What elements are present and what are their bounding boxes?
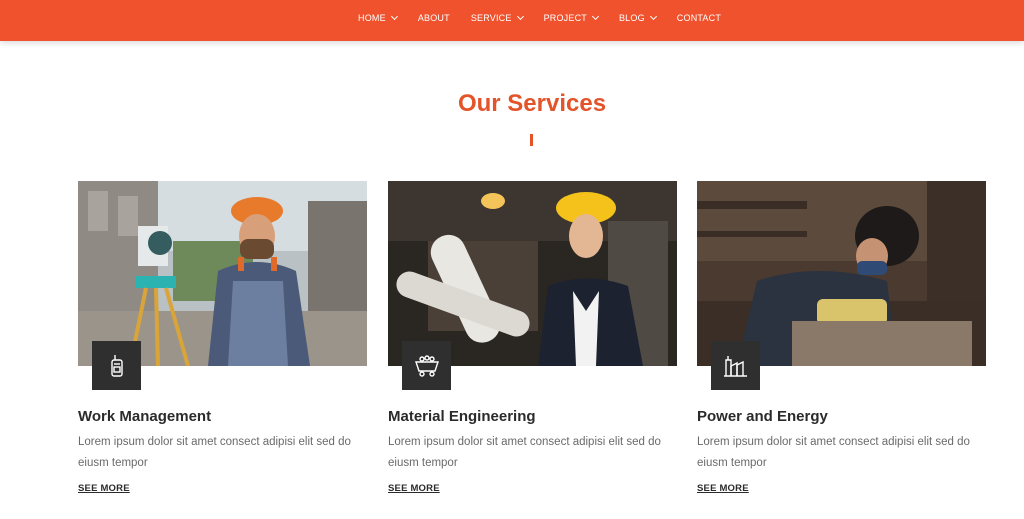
nav-item-label: PROJECT xyxy=(543,13,587,23)
nav-item-about[interactable]: ABOUT xyxy=(418,13,450,23)
service-card: Power and Energy Lorem ipsum dolor sit a… xyxy=(697,181,986,494)
section-title: Our Services xyxy=(457,90,607,117)
see-more-link[interactable]: SEE MORE xyxy=(697,483,749,494)
nav-item-project[interactable]: PROJECT xyxy=(543,12,600,23)
factory-icon xyxy=(711,341,760,390)
see-more-link[interactable]: SEE MORE xyxy=(388,483,440,494)
nav-item-label: CONTACT xyxy=(676,13,722,23)
nav-item-label: HOME xyxy=(358,13,386,23)
card-title: Power and Energy xyxy=(697,408,828,425)
mine-cart-icon xyxy=(402,341,451,390)
service-card: Material Engineering Lorem ipsum dolor s… xyxy=(388,181,677,494)
service-card: Work Management Lorem ipsum dolor sit am… xyxy=(78,181,367,494)
nav-item-label: BLOG xyxy=(618,13,645,23)
card-description: Lorem ipsum dolor sit amet consect adipi… xyxy=(78,436,351,469)
nav-item-contact[interactable]: CONTACT xyxy=(677,13,721,23)
service-image-engineer[interactable] xyxy=(388,181,677,366)
card-description: Lorem ipsum dolor sit amet consect adipi… xyxy=(388,436,661,469)
chevron-down-icon xyxy=(516,12,524,21)
card-title: Work Management xyxy=(78,408,212,425)
nav-item-label: ABOUT xyxy=(417,13,450,23)
service-image-welder[interactable] xyxy=(697,181,986,366)
nav-menu: HOME ABOUT SERVICE PROJECT BLOG CONTACT xyxy=(358,0,742,36)
nav-item-service[interactable]: SERVICE xyxy=(470,12,524,23)
top-navbar: HOME ABOUT SERVICE PROJECT BLOG CONTACT xyxy=(0,0,1024,41)
nav-item-label: SERVICE xyxy=(470,13,512,23)
see-more-link[interactable]: SEE MORE xyxy=(78,483,130,494)
chevron-down-icon xyxy=(390,12,398,21)
service-image-surveyor[interactable] xyxy=(78,181,367,366)
walkie-talkie-icon xyxy=(92,341,141,390)
chevron-down-icon xyxy=(649,12,657,21)
chevron-down-icon xyxy=(591,12,600,21)
title-divider xyxy=(530,134,533,146)
card-title: Material Engineering xyxy=(388,408,536,425)
nav-item-home[interactable]: HOME xyxy=(358,12,398,23)
nav-item-blog[interactable]: BLOG xyxy=(618,12,657,23)
card-description: Lorem ipsum dolor sit amet consect adipi… xyxy=(697,436,970,469)
